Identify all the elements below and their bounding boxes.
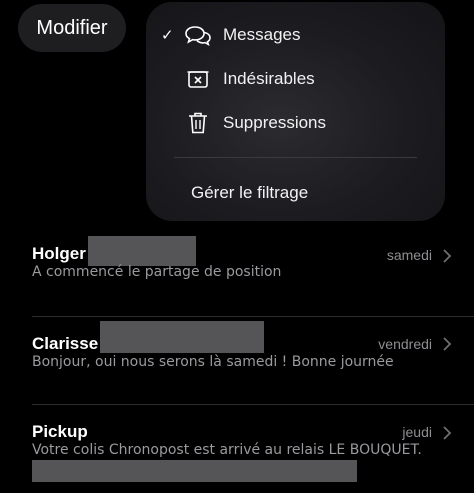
menu-item-junk[interactable]: Indésirables	[146, 58, 445, 100]
redacted-block	[88, 236, 196, 266]
filter-menu: ✓ Messages Indésirables Suppressions Gér…	[146, 2, 445, 221]
contact-name: Clarisse	[32, 334, 99, 353]
edit-button[interactable]: Modifier	[18, 4, 126, 52]
chevron-right-icon	[443, 337, 452, 351]
menu-item-label: Suppressions	[223, 113, 327, 132]
menu-divider	[174, 157, 417, 158]
chevron-right-icon	[443, 249, 452, 263]
contact-name: Pickup	[32, 422, 88, 441]
message-date: jeudi	[402, 424, 432, 440]
menu-item-deleted[interactable]: Suppressions	[146, 102, 445, 144]
message-date: samedi	[386, 247, 432, 263]
row-separator	[32, 316, 474, 317]
conversation-row[interactable]: Clarisse vendredi Bonjour, oui nous sero…	[0, 320, 474, 404]
message-preview: Votre colis Chronopost est arrivé au rel…	[32, 442, 422, 458]
message-date: vendredi	[378, 336, 432, 352]
manage-filtering-button[interactable]: Gérer le filtrage	[191, 172, 308, 214]
row-separator	[32, 404, 474, 405]
trash-icon	[183, 110, 213, 136]
message-preview: Bonjour, oui nous serons là samedi ! Bon…	[32, 354, 394, 370]
conversation-row[interactable]: Holger samedi A commencé le partage de p…	[0, 234, 474, 310]
conversation-row[interactable]: Pickup jeudi Votre colis Chronopost est …	[0, 410, 474, 493]
redacted-block	[32, 460, 357, 482]
chevron-right-icon	[443, 426, 452, 440]
redacted-block	[100, 321, 264, 353]
checkmark-icon: ✓	[161, 27, 174, 44]
chat-bubbles-icon	[183, 22, 213, 48]
junk-tray-icon	[183, 66, 213, 92]
menu-item-label: Messages	[223, 25, 301, 44]
menu-item-messages[interactable]: ✓ Messages	[146, 14, 445, 56]
contact-name: Holger	[32, 244, 86, 263]
menu-item-label: Indésirables	[223, 69, 315, 88]
message-preview: A commencé le partage de position	[32, 264, 282, 280]
